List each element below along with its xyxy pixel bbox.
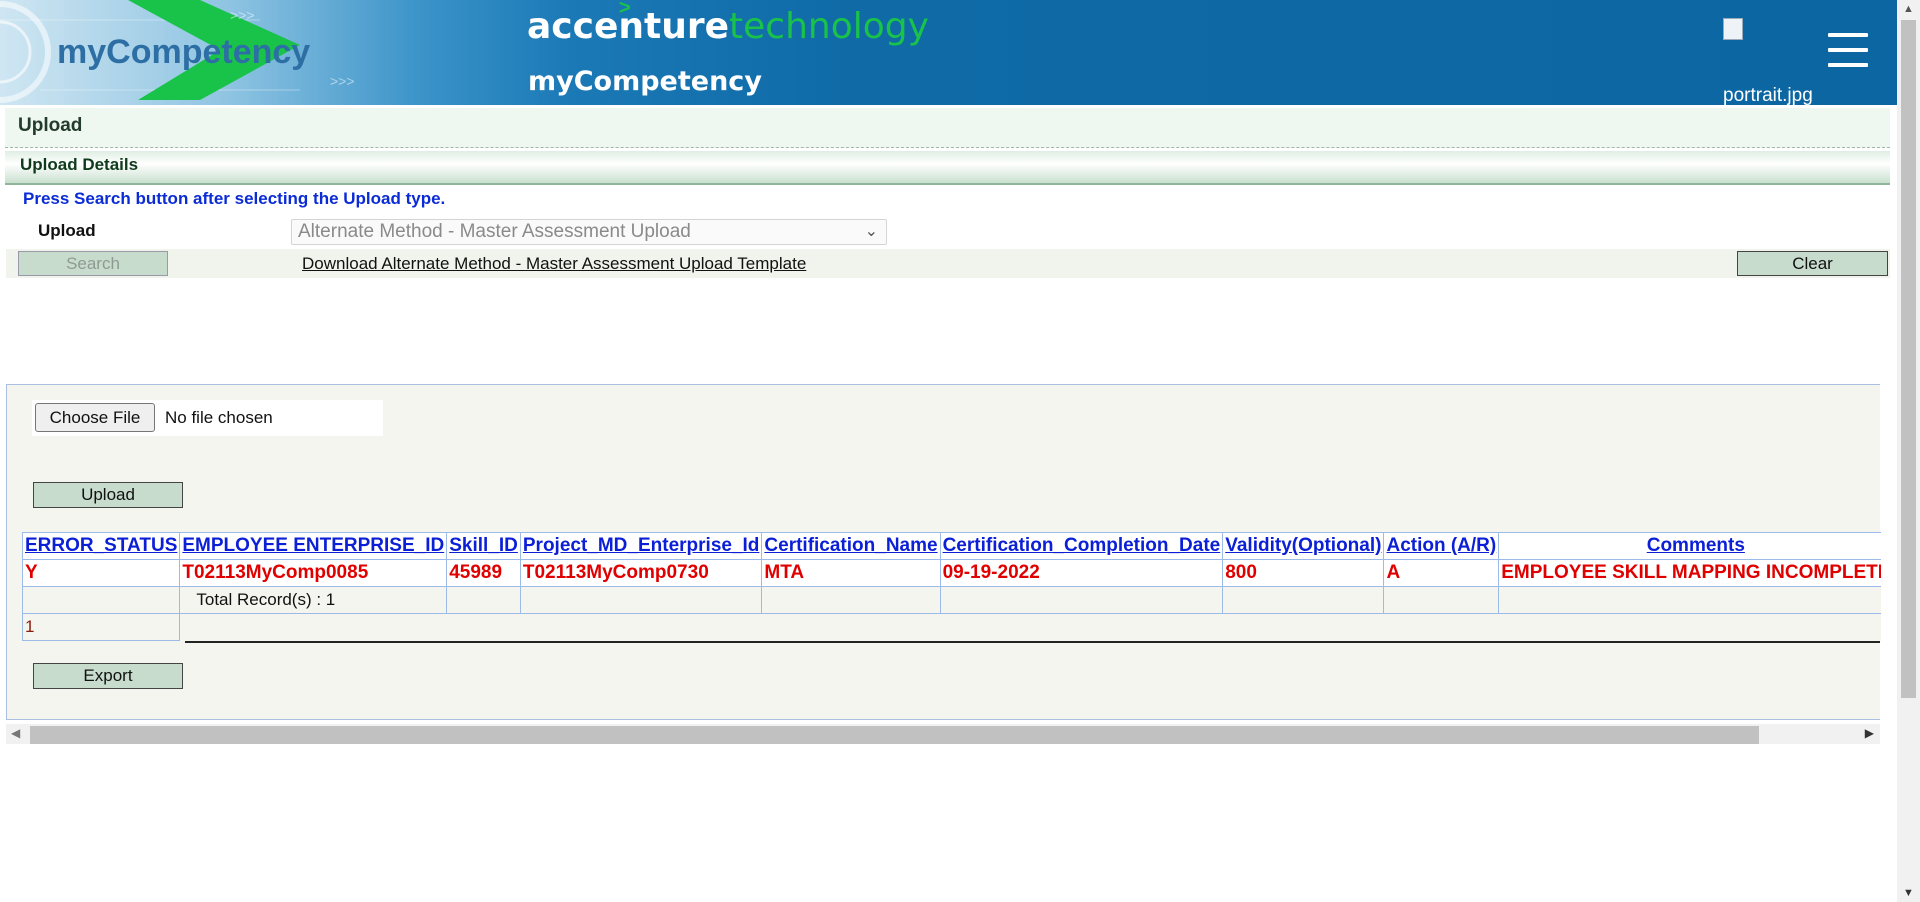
file-status: No file chosen bbox=[165, 408, 273, 427]
arrow-right-icon[interactable]: ▶ bbox=[1865, 726, 1874, 740]
total-records: Total Record(s) : 1 bbox=[179, 586, 448, 614]
col-project-md-enterprise-id[interactable]: Project_MD_Enterprise_Id bbox=[519, 532, 763, 560]
action-row: Search Download Alternate Method - Maste… bbox=[6, 249, 1890, 278]
col-employee-enterprise-id[interactable]: EMPLOYEE ENTERPRISE_ID bbox=[179, 532, 448, 560]
brand-logo: accenturetechnology bbox=[527, 6, 929, 47]
export-button[interactable]: Export bbox=[33, 663, 183, 689]
upload-type-select[interactable]: Alternate Method - Master Assessment Upl… bbox=[291, 219, 887, 245]
chevron-down-icon: ⌄ bbox=[864, 223, 878, 240]
section-title: Upload Details bbox=[20, 155, 139, 174]
horizontal-scroll-thumb[interactable] bbox=[30, 726, 1759, 744]
vertical-scrollbar[interactable]: ▲ ▼ bbox=[1897, 0, 1920, 902]
cell-comments: EMPLOYEE SKILL MAPPING INCOMPLETE bbox=[1498, 559, 1881, 587]
svg-text:>>>: >>> bbox=[230, 7, 255, 23]
grid-bottom-divider bbox=[185, 641, 1880, 643]
svg-text:>>>: >>> bbox=[330, 73, 355, 89]
col-comments[interactable]: Comments bbox=[1498, 532, 1881, 560]
col-error-status[interactable]: ERROR_STATUS bbox=[22, 532, 181, 560]
choose-file-button[interactable]: Choose File bbox=[35, 403, 155, 432]
clear-button[interactable]: Clear bbox=[1737, 251, 1888, 276]
page-title-bar: Upload bbox=[5, 108, 1890, 148]
app-logo-text: myCompetency bbox=[57, 33, 311, 71]
results-grid: ERROR_STATUS EMPLOYEE ENTERPRISE_ID Skil… bbox=[22, 532, 1881, 641]
table-row: Y T02113MyComp0085 45989 T02113MyComp073… bbox=[22, 559, 1881, 587]
brand-accenture: accenture bbox=[527, 6, 730, 47]
cell-project-md-enterprise-id: T02113MyComp0730 bbox=[519, 559, 763, 587]
cell-action: A bbox=[1383, 559, 1500, 587]
arrow-left-icon[interactable]: ◀ bbox=[11, 726, 20, 740]
cell-employee-enterprise-id: T02113MyComp0085 bbox=[179, 559, 448, 587]
search-button[interactable]: Search bbox=[18, 251, 168, 276]
results-grid-wrap: ERROR_STATUS EMPLOYEE ENTERPRISE_ID Skil… bbox=[22, 532, 1881, 658]
upload-type-label: Upload bbox=[38, 221, 96, 240]
cell-validity: 800 bbox=[1222, 559, 1385, 587]
col-skill-id[interactable]: Skill_ID bbox=[446, 532, 521, 560]
upload-panel: Choose File No file chosen Upload ERROR_… bbox=[6, 384, 1881, 720]
hamburger-icon[interactable] bbox=[1828, 33, 1868, 69]
pager-row: 1 bbox=[22, 613, 1881, 641]
app-name: myCompetency bbox=[528, 66, 762, 97]
col-certification-completion-date[interactable]: Certification_Completion_Date bbox=[939, 532, 1224, 560]
instruction-text: Press Search button after selecting the … bbox=[23, 189, 446, 208]
grid-header-row: ERROR_STATUS EMPLOYEE ENTERPRISE_ID Skil… bbox=[22, 532, 1881, 560]
total-row: Total Record(s) : 1 bbox=[22, 586, 1881, 614]
download-template-link[interactable]: Download Alternate Method - Master Asses… bbox=[302, 254, 806, 274]
app-header: >>> >>> myCompetency > accenturetechnolo… bbox=[0, 0, 1897, 105]
user-portrait[interactable]: portrait.jpg bbox=[1723, 18, 1843, 105]
brand-technology: technology bbox=[729, 6, 929, 47]
cell-certification-completion-date: 09-19-2022 bbox=[939, 559, 1224, 587]
broken-image-icon bbox=[1723, 18, 1743, 40]
horizontal-scrollbar[interactable]: ◀ ▶ bbox=[6, 724, 1880, 744]
arrow-down-icon[interactable]: ▼ bbox=[1903, 887, 1914, 899]
section-header: Upload Details bbox=[5, 151, 1890, 185]
file-input[interactable]: Choose File No file chosen bbox=[32, 400, 383, 436]
cell-skill-id: 45989 bbox=[446, 559, 521, 587]
upload-button[interactable]: Upload bbox=[33, 482, 183, 508]
cell-certification-name: MTA bbox=[761, 559, 941, 587]
page-title: Upload bbox=[18, 115, 83, 136]
col-validity[interactable]: Validity(Optional) bbox=[1222, 532, 1385, 560]
portrait-alt-text: portrait.jpg bbox=[1723, 85, 1813, 105]
col-certification-name[interactable]: Certification_Name bbox=[761, 532, 941, 560]
cell-error-status: Y bbox=[22, 559, 181, 587]
vertical-scroll-thumb[interactable] bbox=[1901, 20, 1916, 698]
arrow-up-icon[interactable]: ▲ bbox=[1903, 3, 1914, 15]
upload-type-value: Alternate Method - Master Assessment Upl… bbox=[298, 221, 691, 242]
page-number[interactable]: 1 bbox=[22, 613, 181, 641]
col-action[interactable]: Action (A/R) bbox=[1383, 532, 1500, 560]
